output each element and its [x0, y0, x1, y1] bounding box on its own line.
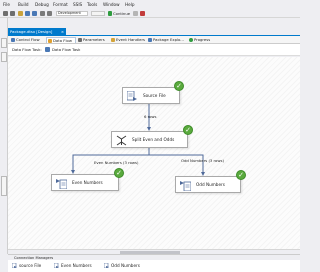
tab-package-explorer[interactable]: Package Explo... [147, 37, 187, 43]
success-check-icon: ✓ [174, 81, 184, 91]
flat-file-source-icon [127, 91, 137, 101]
path-label-source-to-split: 6 rows [144, 114, 157, 119]
pause-icon[interactable] [133, 11, 138, 16]
data-flow-task-bar: Data Flow Task: Data Flow Task [8, 44, 300, 56]
success-check-icon: ✓ [114, 168, 124, 178]
flat-file-destination-icon [56, 179, 67, 189]
redo-icon[interactable] [47, 11, 52, 16]
tab-control-flow[interactable]: Control Flow [10, 37, 45, 43]
flat-file-connection-icon [54, 263, 59, 268]
connection-manager-label: Even Numbers [61, 263, 92, 268]
connection-manager-item[interactable]: Even Numbers [54, 263, 92, 268]
platform-dropdown[interactable] [91, 11, 105, 16]
source-file-node[interactable]: Source File ✓ [122, 81, 184, 104]
path-label-even: Even Numbers (3 rows) [94, 160, 139, 165]
task-label: Data Flow Task: [12, 47, 42, 52]
odd-numbers-node[interactable]: Odd Numbers ✓ [175, 170, 246, 193]
toolbox-tab[interactable] [1, 52, 7, 62]
path-connectors [71, 104, 205, 176]
path-label-odd: Odd Numbers (3 rows) [181, 158, 224, 163]
menu-ssis[interactable]: SSIS [73, 2, 82, 7]
toolbar: Development Continue [0, 9, 300, 18]
continue-icon[interactable] [108, 11, 112, 16]
configuration-dropdown[interactable]: Development [56, 11, 88, 16]
success-check-icon: ✓ [236, 170, 246, 180]
tab-label: Progress [194, 37, 211, 42]
menu-help[interactable]: Help [125, 2, 135, 7]
flat-file-connection-icon [12, 263, 17, 268]
designer-tabs: Control Flow Data Flow Parameters Event … [8, 36, 300, 44]
server-explorer-tab[interactable] [1, 38, 7, 48]
event-handlers-icon [111, 38, 115, 42]
connection-manager-label: Odd Numbers [111, 263, 140, 268]
flat-file-destination-icon [180, 181, 191, 191]
progress-icon [189, 38, 193, 42]
tab-label: Package Explo... [153, 37, 184, 42]
tab-data-flow[interactable]: Data Flow [46, 37, 76, 43]
node-label: Odd Numbers [196, 182, 225, 187]
conditional-split-icon [116, 135, 127, 146]
menu-tools[interactable]: Tools [87, 2, 97, 7]
node-label: Split Even and Odds [132, 137, 175, 142]
continue-label[interactable]: Continue [113, 11, 130, 16]
menu-debug[interactable]: Debug [35, 2, 49, 7]
task-selector[interactable]: Data Flow Task [52, 47, 80, 52]
menu-build[interactable]: Build [18, 2, 29, 7]
stop-icon[interactable] [140, 11, 145, 16]
connection-manager-item[interactable]: source File [12, 263, 41, 268]
save-icon[interactable] [25, 11, 30, 16]
even-numbers-node[interactable]: Even Numbers ✓ [51, 168, 124, 191]
tab-label: Parameters [83, 37, 105, 42]
tab-progress[interactable]: Progress [188, 37, 218, 43]
save-all-icon[interactable] [32, 11, 37, 16]
tab-label: Data Flow [53, 38, 72, 43]
forward-icon[interactable] [10, 11, 15, 16]
document-tab[interactable]: Package.dtsx [Design] × [8, 28, 66, 35]
data-flow-task-icon [45, 47, 50, 52]
control-flow-icon [11, 38, 15, 42]
data-flow-canvas[interactable]: Source File ✓ Split Even and Odds ✓ Even… [8, 57, 300, 249]
menu-window[interactable]: Window [103, 2, 120, 7]
menu-bar: File Build Debug Format SSIS Tools Windo… [0, 0, 300, 9]
node-label: Source File [143, 93, 166, 98]
menu-file[interactable]: File [3, 2, 10, 7]
document-tab-title: Package.dtsx [Design] [10, 29, 53, 34]
connection-manager-item[interactable]: Odd Numbers [104, 263, 140, 268]
back-icon[interactable] [3, 11, 8, 16]
left-tool-strip [0, 18, 8, 254]
success-check-icon: ✓ [183, 125, 193, 135]
undo-icon[interactable] [40, 11, 45, 16]
close-icon[interactable]: × [61, 28, 64, 35]
node-label: Even Numbers [72, 180, 103, 185]
open-icon[interactable] [18, 11, 23, 16]
side-panel-tab[interactable] [1, 176, 7, 196]
connection-manager-label: source File [19, 263, 42, 268]
conditional-split-node[interactable]: Split Even and Odds ✓ [111, 125, 193, 148]
tab-label: Event Handlers [116, 37, 146, 42]
tab-label: Control Flow [16, 37, 40, 42]
tab-event-handlers[interactable]: Event Handlers [110, 37, 146, 43]
connection-managers-tray: source File Even Numbers Odd Numbers [8, 260, 300, 272]
tab-parameters[interactable]: Parameters [77, 37, 109, 43]
flat-file-connection-icon [104, 263, 109, 268]
parameters-icon [78, 38, 82, 42]
package-explorer-icon [148, 38, 152, 42]
menu-format[interactable]: Format [53, 2, 68, 7]
data-flow-icon [48, 39, 52, 43]
